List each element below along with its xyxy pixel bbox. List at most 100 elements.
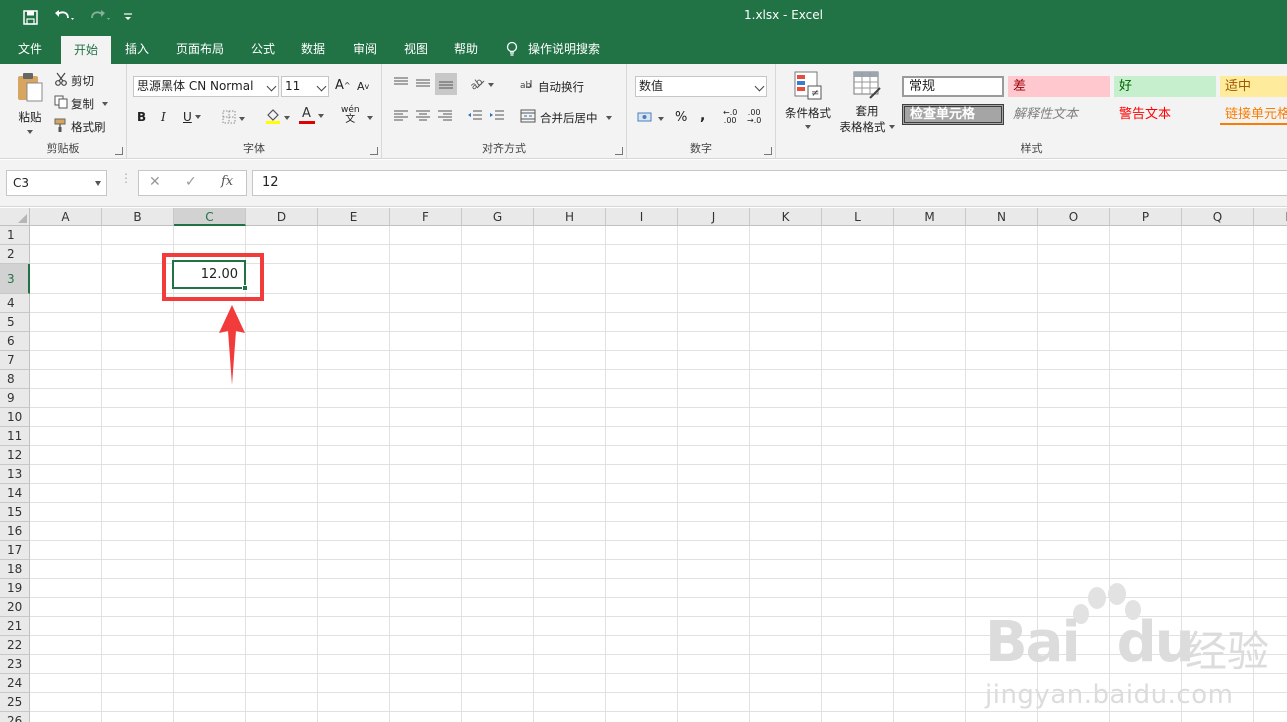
fill-handle[interactable] bbox=[242, 285, 248, 291]
tab-insert[interactable]: 插入 bbox=[115, 34, 159, 64]
alignment-launcher-icon[interactable] bbox=[615, 147, 623, 155]
style-bad[interactable]: 差 bbox=[1008, 76, 1110, 97]
format-as-table-button[interactable]: 套用 表格格式 bbox=[836, 70, 898, 135]
phonetic-dropdown-icon[interactable] bbox=[367, 116, 373, 120]
column-header-l[interactable]: L bbox=[822, 208, 894, 226]
phonetic-button[interactable]: wén 文 bbox=[341, 106, 360, 125]
align-left-button[interactable] bbox=[393, 110, 409, 125]
accounting-format-button[interactable] bbox=[637, 110, 664, 127]
align-middle-button[interactable] bbox=[415, 76, 431, 93]
row-header-22[interactable]: 22 bbox=[0, 636, 30, 655]
font-size-select[interactable]: 11 bbox=[281, 76, 329, 97]
tab-review[interactable]: 审阅 bbox=[343, 34, 387, 64]
row-header-11[interactable]: 11 bbox=[0, 427, 30, 446]
row-header-15[interactable]: 15 bbox=[0, 503, 30, 522]
row-header-7[interactable]: 7 bbox=[0, 351, 30, 370]
format-painter-button[interactable]: 格式刷 bbox=[54, 118, 106, 135]
row-header-14[interactable]: 14 bbox=[0, 484, 30, 503]
column-header-c[interactable]: C bbox=[174, 208, 246, 226]
row-header-8[interactable]: 8 bbox=[0, 370, 30, 389]
row-header-6[interactable]: 6 bbox=[0, 332, 30, 351]
italic-button[interactable]: I bbox=[161, 110, 166, 124]
column-header-b[interactable]: B bbox=[102, 208, 174, 226]
row-header-18[interactable]: 18 bbox=[0, 560, 30, 579]
name-box[interactable]: C3 bbox=[6, 170, 107, 196]
font-name-select[interactable]: 思源黑体 CN Normal bbox=[133, 76, 279, 97]
active-cell-c3[interactable]: 12.00 bbox=[172, 260, 246, 289]
conditional-formatting-button[interactable]: ≠ 条件格式 bbox=[782, 70, 834, 129]
insert-function-icon[interactable]: fx bbox=[221, 174, 233, 189]
underline-button[interactable]: U bbox=[183, 110, 201, 124]
row-header-9[interactable]: 9 bbox=[0, 389, 30, 408]
column-header-g[interactable]: G bbox=[462, 208, 534, 226]
row-header-25[interactable]: 25 bbox=[0, 693, 30, 712]
column-header-o[interactable]: O bbox=[1038, 208, 1110, 226]
tab-help[interactable]: 帮助 bbox=[444, 34, 488, 64]
column-header-h[interactable]: H bbox=[534, 208, 606, 226]
column-header-k[interactable]: K bbox=[750, 208, 822, 226]
row-header-19[interactable]: 19 bbox=[0, 579, 30, 598]
align-top-button[interactable] bbox=[393, 76, 409, 93]
row-header-4[interactable]: 4 bbox=[0, 294, 30, 313]
style-explanatory[interactable]: 解释性文本 bbox=[1008, 104, 1110, 125]
row-header-13[interactable]: 13 bbox=[0, 465, 30, 484]
row-header-12[interactable]: 12 bbox=[0, 446, 30, 465]
orientation-button[interactable]: ab bbox=[469, 76, 494, 93]
merge-center-button[interactable]: 合并后居中 bbox=[520, 109, 612, 126]
borders-button[interactable] bbox=[222, 110, 245, 127]
column-header-q[interactable]: Q bbox=[1182, 208, 1254, 226]
tab-view[interactable]: 视图 bbox=[394, 34, 438, 64]
style-neutral[interactable]: 适中 bbox=[1220, 76, 1287, 97]
copy-button[interactable]: 复制 bbox=[54, 95, 108, 112]
grow-font-button[interactable]: A ^ bbox=[335, 78, 351, 93]
comma-button[interactable]: , bbox=[700, 108, 705, 124]
increase-decimal-button[interactable]: ←.0 .00 bbox=[723, 109, 737, 125]
row-header-24[interactable]: 24 bbox=[0, 674, 30, 693]
clipboard-launcher-icon[interactable] bbox=[115, 147, 123, 155]
row-header-17[interactable]: 17 bbox=[0, 541, 30, 560]
row-header-5[interactable]: 5 bbox=[0, 313, 30, 332]
style-linked-cell[interactable]: 链接单元格 bbox=[1220, 104, 1287, 125]
row-header-21[interactable]: 21 bbox=[0, 617, 30, 636]
increase-indent-button[interactable] bbox=[489, 110, 505, 125]
column-header-e[interactable]: E bbox=[318, 208, 390, 226]
column-header-d[interactable]: D bbox=[246, 208, 318, 226]
align-center-button[interactable] bbox=[415, 110, 431, 125]
row-header-10[interactable]: 10 bbox=[0, 408, 30, 427]
bold-button[interactable]: B bbox=[137, 110, 146, 124]
row-header-23[interactable]: 23 bbox=[0, 655, 30, 674]
row-header-16[interactable]: 16 bbox=[0, 522, 30, 541]
select-all-button[interactable] bbox=[0, 208, 30, 226]
fill-color-button[interactable] bbox=[265, 108, 290, 127]
number-format-select[interactable]: 数值 bbox=[635, 76, 767, 97]
paste-button[interactable]: 粘贴 bbox=[10, 70, 50, 138]
tab-page-layout[interactable]: 页面布局 bbox=[166, 34, 234, 64]
tab-home[interactable]: 开始 bbox=[61, 36, 111, 64]
cancel-icon[interactable]: ✕ bbox=[149, 174, 161, 190]
tab-file[interactable]: 文件 bbox=[8, 34, 52, 64]
row-header-1[interactable]: 1 bbox=[0, 226, 30, 245]
column-header-i[interactable]: I bbox=[606, 208, 678, 226]
row-header-26[interactable]: 26 bbox=[0, 712, 30, 722]
style-good[interactable]: 好 bbox=[1114, 76, 1216, 97]
formula-bar-resize-handle[interactable]: ⋮ bbox=[120, 172, 132, 184]
wrap-text-button[interactable]: ab 自动换行 bbox=[520, 78, 584, 95]
row-header-20[interactable]: 20 bbox=[0, 598, 30, 617]
align-bottom-button[interactable] bbox=[435, 73, 457, 95]
column-header-f[interactable]: F bbox=[390, 208, 462, 226]
style-normal[interactable]: 常规 bbox=[902, 76, 1004, 97]
column-header-r[interactable]: R bbox=[1254, 208, 1287, 226]
enter-icon[interactable]: ✓ bbox=[185, 174, 197, 190]
row-header-3[interactable]: 3 bbox=[0, 264, 30, 294]
column-header-m[interactable]: M bbox=[894, 208, 966, 226]
tab-data[interactable]: 数据 bbox=[291, 34, 335, 64]
style-check-cell[interactable]: 检查单元格 bbox=[902, 104, 1004, 125]
column-header-a[interactable]: A bbox=[30, 208, 102, 226]
formula-input[interactable]: 12 bbox=[252, 170, 1287, 196]
decrease-decimal-button[interactable]: .00 →.0 bbox=[747, 109, 761, 125]
column-header-j[interactable]: J bbox=[678, 208, 750, 226]
cut-button[interactable]: 剪切 bbox=[54, 72, 94, 89]
style-warning[interactable]: 警告文本 bbox=[1114, 104, 1216, 125]
font-color-button[interactable]: A bbox=[299, 106, 324, 124]
tab-formulas[interactable]: 公式 bbox=[241, 34, 285, 64]
